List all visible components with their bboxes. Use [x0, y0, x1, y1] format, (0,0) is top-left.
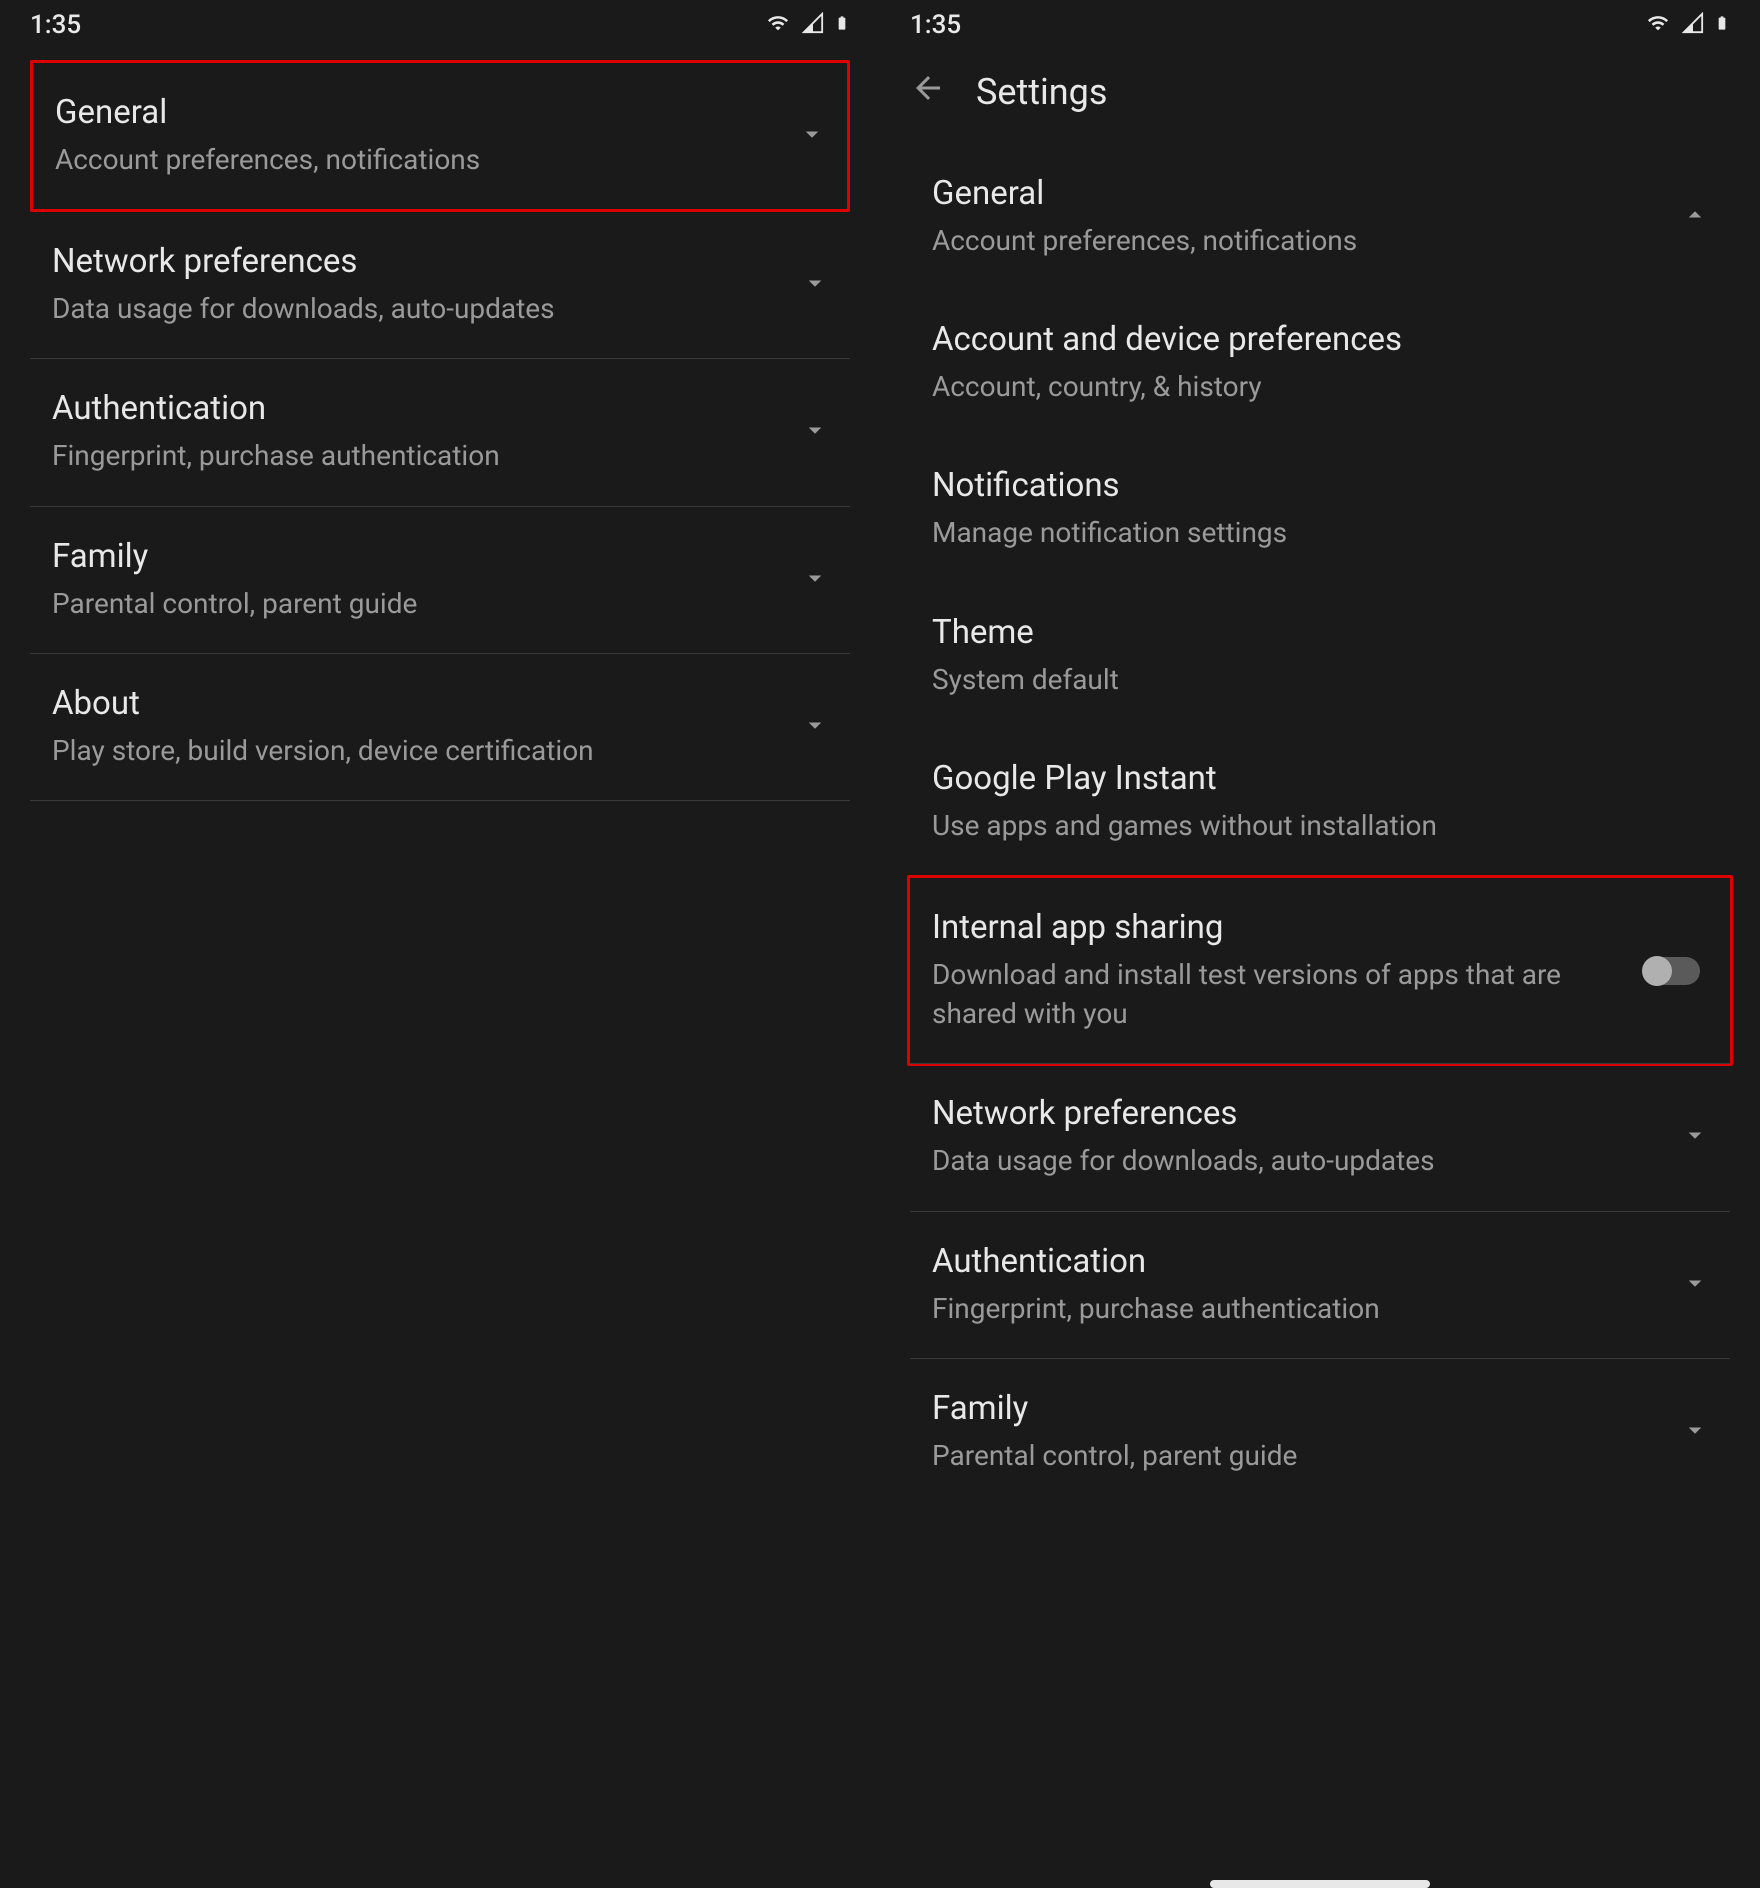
- status-icons: [764, 10, 850, 40]
- chevron-down-icon: [1680, 1415, 1710, 1449]
- setting-subtitle: Data usage for downloads, auto-updates: [52, 289, 800, 328]
- setting-item-general[interactable]: General Account preferences, notificatio…: [30, 60, 850, 212]
- battery-icon: [834, 10, 850, 40]
- status-time: 1:35: [910, 10, 961, 40]
- toggle-switch[interactable]: [1644, 957, 1700, 985]
- chevron-down-icon: [1680, 1120, 1710, 1154]
- chevron-down-icon: [800, 268, 830, 302]
- setting-item-google-play-instant[interactable]: Google Play Instant Use apps and games w…: [910, 729, 1730, 875]
- chevron-down-icon: [800, 563, 830, 597]
- setting-title: About: [52, 684, 800, 723]
- setting-title: Theme: [932, 613, 1710, 652]
- setting-subtitle: Account preferences, notifications: [932, 221, 1680, 260]
- back-arrow-icon[interactable]: [910, 70, 946, 114]
- setting-content: Account and device preferences Account, …: [932, 320, 1710, 406]
- chevron-down-icon: [797, 119, 827, 153]
- phone-screen-right: 1:35 Settings General Account preference…: [880, 0, 1760, 1888]
- wifi-icon: [764, 12, 792, 38]
- setting-item-internal-app-sharing[interactable]: Internal app sharing Download and instal…: [910, 878, 1730, 1063]
- setting-subtitle: Account preferences, notifications: [55, 140, 797, 179]
- settings-list-right: General Account preferences, notificatio…: [880, 144, 1760, 1505]
- setting-title: Family: [932, 1389, 1680, 1428]
- setting-content: Network preferences Data usage for downl…: [932, 1094, 1680, 1180]
- toggle-knob: [1642, 956, 1672, 986]
- highlight-internal-app-sharing: Internal app sharing Download and instal…: [907, 875, 1733, 1066]
- setting-content: About Play store, build version, device …: [52, 684, 800, 770]
- setting-item-account-device-preferences[interactable]: Account and device preferences Account, …: [910, 290, 1730, 436]
- setting-content: Internal app sharing Download and instal…: [932, 908, 1644, 1033]
- setting-title: Network preferences: [932, 1094, 1680, 1133]
- setting-item-family[interactable]: Family Parental control, parent guide: [910, 1359, 1730, 1505]
- setting-item-authentication[interactable]: Authentication Fingerprint, purchase aut…: [30, 359, 850, 506]
- chevron-down-icon: [800, 710, 830, 744]
- header: Settings: [880, 50, 1760, 144]
- setting-content: General Account preferences, notificatio…: [932, 174, 1680, 260]
- setting-content: Theme System default: [932, 613, 1710, 699]
- setting-item-network-preferences[interactable]: Network preferences Data usage for downl…: [910, 1064, 1730, 1211]
- setting-subtitle: Download and install test versions of ap…: [932, 955, 1624, 1033]
- setting-title: Google Play Instant: [932, 759, 1710, 798]
- setting-subtitle: System default: [932, 660, 1710, 699]
- setting-subtitle: Fingerprint, purchase authentication: [52, 436, 800, 475]
- setting-title: Authentication: [52, 389, 800, 428]
- setting-item-network-preferences[interactable]: Network preferences Data usage for downl…: [30, 212, 850, 359]
- setting-content: Family Parental control, parent guide: [932, 1389, 1680, 1475]
- setting-content: Family Parental control, parent guide: [52, 537, 800, 623]
- setting-subtitle: Parental control, parent guide: [932, 1436, 1680, 1475]
- setting-title: Network preferences: [52, 242, 800, 281]
- setting-title: Family: [52, 537, 800, 576]
- setting-item-family[interactable]: Family Parental control, parent guide: [30, 507, 850, 654]
- status-time: 1:35: [30, 10, 81, 40]
- setting-content: Authentication Fingerprint, purchase aut…: [52, 389, 800, 475]
- chevron-up-icon: [1680, 200, 1710, 234]
- setting-content: Authentication Fingerprint, purchase aut…: [932, 1242, 1680, 1328]
- setting-title: Account and device preferences: [932, 320, 1710, 359]
- setting-item-about[interactable]: About Play store, build version, device …: [30, 654, 850, 801]
- setting-title: General: [55, 93, 797, 132]
- setting-subtitle: Account, country, & history: [932, 367, 1710, 406]
- chevron-down-icon: [800, 415, 830, 449]
- setting-content: General Account preferences, notificatio…: [55, 93, 797, 179]
- page-title: Settings: [976, 71, 1107, 113]
- setting-item-notifications[interactable]: Notifications Manage notification settin…: [910, 436, 1730, 582]
- setting-item-authentication[interactable]: Authentication Fingerprint, purchase aut…: [910, 1212, 1730, 1359]
- setting-subtitle: Fingerprint, purchase authentication: [932, 1289, 1680, 1328]
- setting-item-general[interactable]: General Account preferences, notificatio…: [910, 144, 1730, 290]
- setting-subtitle: Parental control, parent guide: [52, 584, 800, 623]
- status-bar: 1:35: [880, 0, 1760, 50]
- signal-icon: [800, 12, 826, 38]
- setting-content: Network preferences Data usage for downl…: [52, 242, 800, 328]
- status-bar: 1:35: [0, 0, 880, 50]
- setting-subtitle: Play store, build version, device certif…: [52, 731, 800, 770]
- chevron-down-icon: [1680, 1268, 1710, 1302]
- phone-screen-left: 1:35 General Account preferences, notifi…: [0, 0, 880, 1888]
- setting-title: Internal app sharing: [932, 908, 1624, 947]
- setting-subtitle: Use apps and games without installation: [932, 806, 1710, 845]
- setting-subtitle: Manage notification settings: [932, 513, 1710, 552]
- setting-title: Notifications: [932, 466, 1710, 505]
- status-icons: [1644, 10, 1730, 40]
- nav-indicator[interactable]: [1210, 1880, 1430, 1888]
- wifi-icon: [1644, 12, 1672, 38]
- settings-list-left: General Account preferences, notificatio…: [0, 60, 880, 801]
- setting-content: Google Play Instant Use apps and games w…: [932, 759, 1710, 845]
- battery-icon: [1714, 10, 1730, 40]
- setting-title: Authentication: [932, 1242, 1680, 1281]
- signal-icon: [1680, 12, 1706, 38]
- setting-item-theme[interactable]: Theme System default: [910, 583, 1730, 729]
- setting-title: General: [932, 174, 1680, 213]
- setting-content: Notifications Manage notification settin…: [932, 466, 1710, 552]
- setting-subtitle: Data usage for downloads, auto-updates: [932, 1141, 1680, 1180]
